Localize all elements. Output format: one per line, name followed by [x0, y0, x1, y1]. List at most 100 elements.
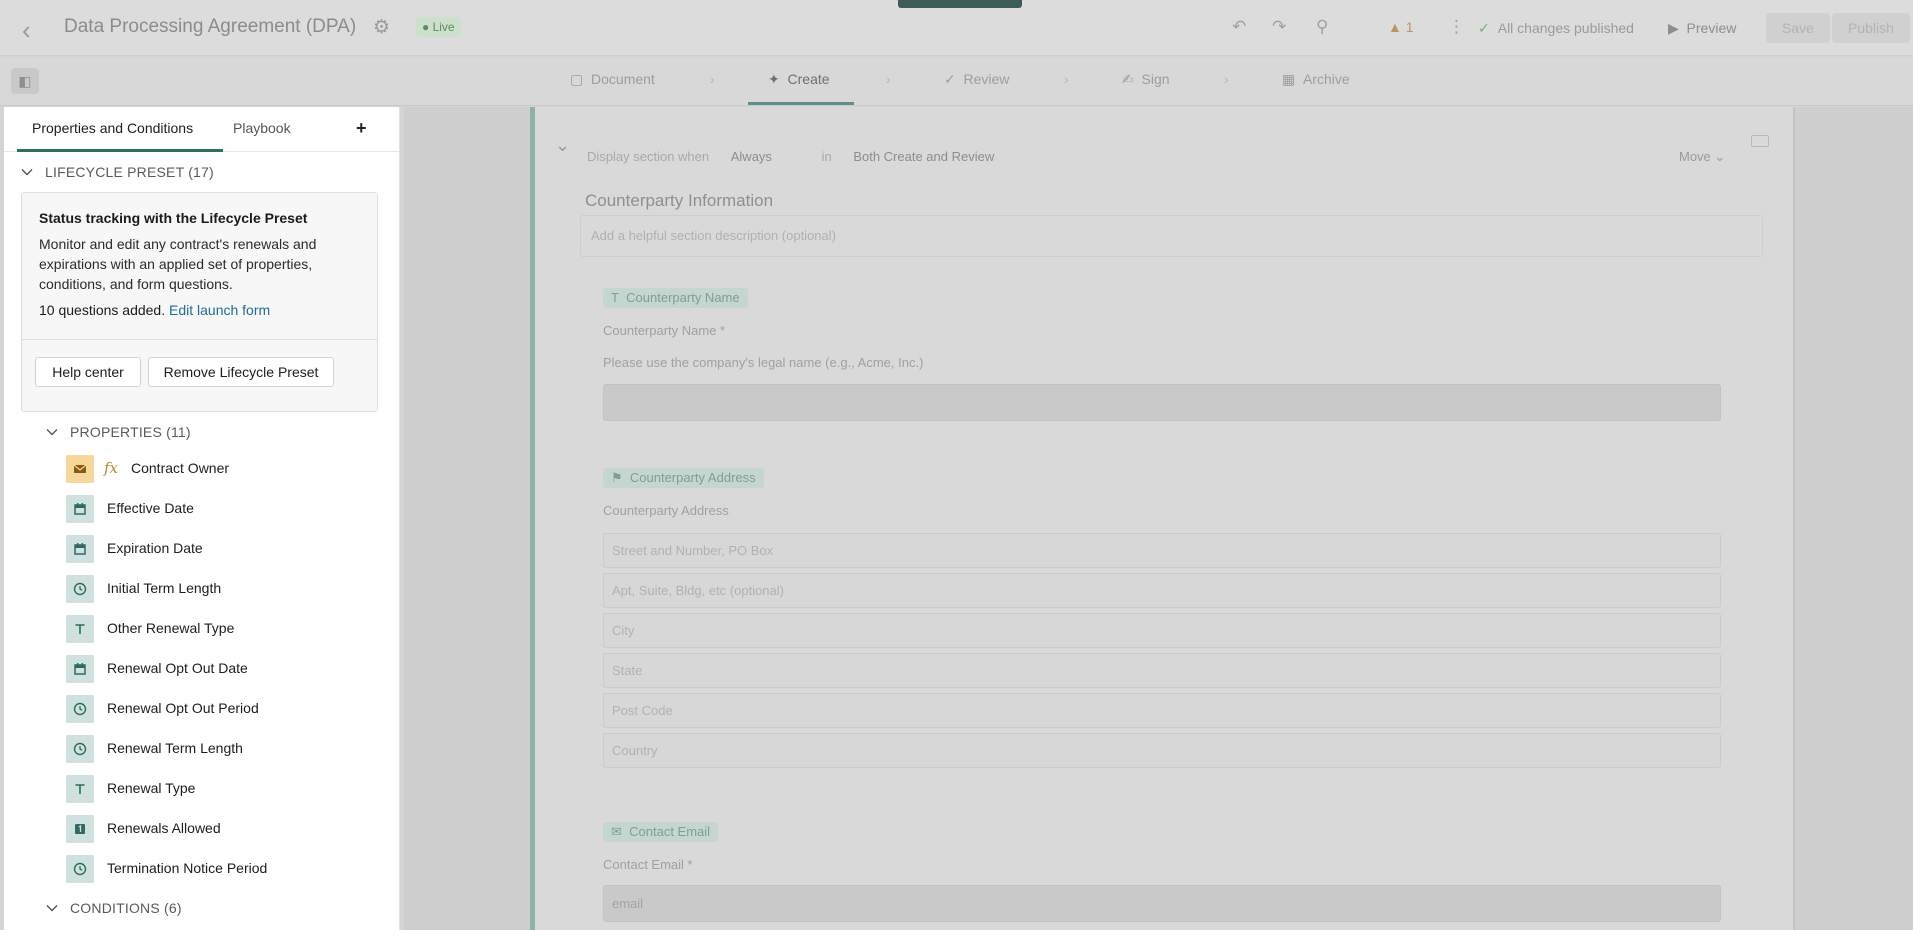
formula-icon: fx [104, 459, 119, 477]
address-postcode-field[interactable]: Post Code [603, 693, 1721, 728]
preview-label: Preview [1686, 20, 1737, 36]
property-item-initial-term-length[interactable]: Initial Term Length [66, 575, 386, 603]
property-item-renewal-opt-out-date[interactable]: Renewal Opt Out Date [66, 655, 386, 683]
section-card: ⌄ Display section when Always in Both Cr… [530, 107, 1795, 930]
help-center-button[interactable]: Help center [35, 357, 141, 387]
property-label: Contract Owner [131, 460, 230, 476]
property-label: Other Renewal Type [107, 620, 235, 636]
properties-panel: Properties and Conditions Playbook + LIF… [4, 107, 400, 930]
question-chip-counterparty-name[interactable]: T Counterparty Name [603, 288, 748, 308]
section-title[interactable]: Counterparty Information [585, 191, 773, 211]
step-separator: › [1224, 71, 1229, 87]
step-review[interactable]: ✓ Review [944, 71, 1009, 88]
calendar-icon [66, 535, 94, 563]
calendar-icon [66, 495, 94, 523]
property-label: Renewal Opt Out Date [107, 660, 248, 676]
question-chip-label: Counterparty Address [629, 470, 756, 485]
chevron-left-icon[interactable]: ‹ [22, 15, 31, 46]
step-separator: › [886, 71, 891, 87]
property-item-renewal-type[interactable]: Renewal Type [66, 775, 386, 803]
in-label: in [821, 149, 832, 164]
undo-icon[interactable]: ↶ [1232, 17, 1246, 37]
display-mode-select[interactable]: Both Create and Review [853, 149, 994, 164]
workflow-steps: ◧ ▢ Document › ✦ Create › ✓ Review › ✍ S… [0, 57, 1913, 106]
chevron-down-icon [46, 905, 58, 912]
question-chip-contact-email[interactable]: ✉ Contact Email [603, 822, 719, 842]
property-item-other-renewal-type[interactable]: Other Renewal Type [66, 615, 386, 643]
property-label: Renewal Opt Out Period [107, 700, 259, 716]
calendar-icon [66, 655, 94, 683]
address-country-field[interactable]: Country [603, 733, 1721, 768]
property-label: Renewal Term Length [107, 740, 243, 756]
step-review-label: Review [963, 71, 1010, 87]
warning-count: 1 [1405, 19, 1414, 35]
tab-playbook[interactable]: Playbook [233, 120, 291, 136]
lifecycle-preset-label: LIFECYCLE PRESET (17) [45, 164, 214, 180]
collapse-icon[interactable] [1751, 135, 1769, 147]
properties-header[interactable]: PROPERTIES (11) [46, 424, 191, 440]
text-icon [66, 775, 94, 803]
info-title: Status tracking with the Lifecycle Prese… [39, 210, 308, 226]
step-create[interactable]: ✦ Create [768, 71, 830, 88]
lifecycle-preset-header[interactable]: LIFECYCLE PRESET (17) [21, 164, 214, 180]
step-sign[interactable]: ✍ Sign [1122, 71, 1170, 88]
clock-icon [66, 855, 94, 883]
accent-bar [898, 0, 1022, 8]
step-create-label: Create [787, 71, 830, 87]
publish-button[interactable]: Publish [1832, 13, 1910, 43]
section-description-input[interactable]: Add a helpful section description (optio… [580, 215, 1763, 257]
question-label: Counterparty Address [603, 503, 729, 518]
address-state-field[interactable]: State [603, 653, 1721, 688]
gear-icon[interactable]: ⚙ [373, 16, 390, 39]
add-icon[interactable]: + [356, 118, 367, 139]
step-separator: › [710, 71, 715, 87]
question-chip-counterparty-address[interactable]: ⚑ Counterparty Address [603, 468, 764, 488]
property-item-renewal-opt-out-period[interactable]: Renewal Opt Out Period [66, 695, 386, 723]
step-archive[interactable]: ▦ Archive [1282, 71, 1350, 88]
step-document[interactable]: ▢ Document [570, 71, 655, 88]
display-when-select[interactable]: Always [731, 149, 772, 164]
chevron-down-icon[interactable]: ⌄ [555, 135, 570, 156]
property-label: Renewal Type [107, 780, 196, 796]
contact-email-field[interactable]: email [603, 885, 1721, 922]
clock-icon [66, 735, 94, 763]
move-label: Move [1679, 149, 1711, 164]
redo-icon[interactable]: ↷ [1272, 17, 1286, 37]
status-badge: ● Live [416, 17, 461, 37]
edit-launch-form-link[interactable]: Edit launch form [169, 302, 270, 318]
text-icon [66, 615, 94, 643]
save-button[interactable]: Save [1766, 13, 1830, 43]
property-item-expiration-date[interactable]: Expiration Date [66, 535, 386, 563]
property-item-termination-notice-period[interactable]: Termination Notice Period [66, 855, 386, 883]
property-item-renewal-term-length[interactable]: Renewal Term Length [66, 735, 386, 763]
remove-lifecycle-preset-button[interactable]: Remove Lifecycle Preset [148, 357, 334, 387]
check-icon: ✓ [1478, 20, 1490, 36]
document-title[interactable]: Data Processing Agreement (DPA) [64, 16, 356, 38]
address-city-field[interactable]: City [603, 613, 1721, 648]
step-archive-label: Archive [1303, 71, 1350, 87]
panel-toggle-icon[interactable]: ◧ [11, 68, 39, 94]
tab-properties-and-conditions[interactable]: Properties and Conditions [32, 120, 193, 136]
info-count: 10 questions added. Edit launch form [39, 302, 361, 318]
conditions-header[interactable]: CONDITIONS (6) [46, 900, 182, 916]
property-item-contract-owner[interactable]: fx Contract Owner [66, 455, 386, 483]
address-apt-field[interactable]: Apt, Suite, Bldg, etc (optional) [603, 573, 1721, 608]
property-item-effective-date[interactable]: Effective Date [66, 495, 386, 523]
property-label: Termination Notice Period [107, 860, 268, 876]
properties-label: PROPERTIES (11) [70, 424, 191, 440]
lifecycle-info-box: Status tracking with the Lifecycle Prese… [21, 192, 378, 412]
warning-indicator[interactable]: ▲ 1 [1388, 19, 1414, 35]
info-body: Monitor and edit any contract's renewals… [39, 236, 317, 292]
active-tab-underline [17, 149, 223, 152]
preview-button[interactable]: ▶ Preview [1668, 20, 1736, 37]
publish-status-text: All changes published [1497, 20, 1634, 36]
address-street-field[interactable]: Street and Number, PO Box [603, 533, 1721, 568]
search-icon[interactable]: ⚲ [1316, 17, 1328, 37]
move-button[interactable]: Move ⌄ [1679, 149, 1725, 165]
property-label: Initial Term Length [107, 580, 222, 596]
step-sign-label: Sign [1141, 71, 1170, 87]
number-icon [66, 815, 94, 843]
more-vertical-icon[interactable]: ⋮ [1448, 17, 1465, 37]
counterparty-name-field[interactable] [603, 384, 1721, 421]
property-item-renewals-allowed[interactable]: Renewals Allowed [66, 815, 386, 843]
